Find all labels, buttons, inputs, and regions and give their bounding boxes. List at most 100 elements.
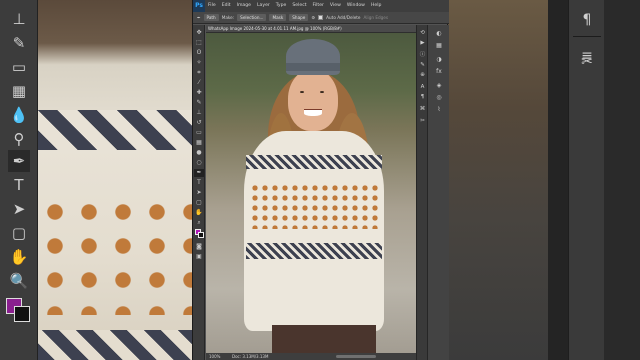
crop-icon[interactable]: ⌗	[194, 69, 204, 77]
pen-icon[interactable]: ✒	[8, 150, 30, 172]
gradient-icon[interactable]: ▦	[8, 80, 30, 102]
ps-logo: Ps	[193, 0, 205, 12]
options-bar: ✒ Path Make: Selection... Mask Shape ⚙ A…	[193, 12, 449, 24]
eyedropper-icon[interactable]: ⁄	[194, 79, 204, 87]
clone-source-icon[interactable]: ⊕	[418, 71, 427, 79]
zoom-icon[interactable]: 🔍	[8, 270, 30, 292]
history-brush-icon[interactable]: ↺	[194, 119, 204, 127]
menu-help[interactable]: Help	[368, 0, 384, 12]
character-icon[interactable]: A	[418, 83, 427, 91]
make-shape-button[interactable]: Shape	[289, 14, 309, 21]
canvas-area[interactable]	[206, 33, 416, 353]
shape-icon[interactable]: ▢	[194, 199, 204, 207]
screen: ⊥ ✎ ▭ ▦ 💧 ⚲ ✒ T ➤ ▢ ✋ 🔍 ¶ ≡ ✂ Ps File Ed…	[0, 0, 640, 360]
dodge-icon[interactable]: ○	[194, 159, 204, 167]
color-icon[interactable]: ◐	[433, 29, 445, 38]
make-mask-button[interactable]: Mask	[269, 14, 287, 21]
zoomed-photo-right	[448, 0, 548, 360]
background-swatch-large[interactable]	[14, 306, 30, 322]
quick-select-icon[interactable]: ✧	[194, 59, 204, 67]
path-select-icon[interactable]: ➤	[194, 189, 204, 197]
stamp-icon[interactable]: ⊥	[194, 109, 204, 117]
zoomed-bottom-pattern	[38, 330, 192, 360]
pen-icon[interactable]: ✒	[194, 169, 204, 177]
zoom-icon[interactable]: ⌕	[194, 219, 204, 227]
glyphs-icon[interactable]: ⌘	[418, 105, 427, 113]
menu-file[interactable]: File	[205, 0, 219, 12]
quick-mask-icon[interactable]: ◙	[194, 243, 204, 251]
auto-add-delete-label: Auto Add/Delete	[326, 15, 361, 20]
panel-dock-narrow: ⟲ ▶ ⓘ ✎ ⊕ A ¶ ⌘ ✂	[416, 25, 427, 360]
eraser-icon[interactable]: ▭	[8, 56, 30, 78]
tools-icon[interactable]: ✂	[575, 50, 599, 74]
lasso-icon[interactable]: ʘ	[194, 49, 204, 57]
type-icon[interactable]: T	[8, 174, 30, 196]
align-edges-label[interactable]: Align Edges	[364, 15, 389, 20]
actions-icon[interactable]: ▶	[418, 39, 427, 47]
history-brush-icon[interactable]: ✎	[8, 32, 30, 54]
pants	[272, 325, 376, 353]
smile	[304, 109, 322, 116]
screen-mode-icon[interactable]: ▣	[194, 253, 204, 261]
document-tab[interactable]: WhatsApp Image 2024-05-30 at 4.01.11 AM.…	[206, 25, 416, 33]
shape-icon[interactable]: ▢	[8, 222, 30, 244]
photo-canvas[interactable]	[206, 33, 416, 353]
styles-icon[interactable]: fx	[433, 67, 445, 76]
enlarged-right-panel: ¶ ≡ ✂	[568, 0, 604, 360]
status-bar: 100% Doc: 3.13M/3.13M	[206, 353, 416, 360]
pen-tool-preset-icon[interactable]: ✒	[197, 15, 201, 20]
layers-icon[interactable]: ◈	[433, 81, 445, 90]
panel-divider	[573, 36, 601, 37]
dodge-icon[interactable]: ⚲	[8, 128, 30, 150]
sweater-orange-pattern	[250, 183, 378, 229]
blur-icon[interactable]: ●	[194, 149, 204, 157]
brush-icon[interactable]: ✎	[194, 99, 204, 107]
marquee-icon[interactable]: ⬚	[194, 39, 204, 47]
tools-icon[interactable]: ✂	[418, 117, 427, 125]
stamp-icon[interactable]: ⊥	[8, 8, 30, 30]
document-tab-title: WhatsApp Image 2024-05-30 at 4.01.11 AM.…	[208, 26, 342, 31]
menu-window[interactable]: Window	[344, 0, 368, 12]
sweater-dark-band-top	[246, 155, 382, 169]
gradient-icon[interactable]: ▦	[194, 139, 204, 147]
menu-image[interactable]: Image	[234, 0, 254, 12]
mode-dropdown[interactable]: Path	[203, 14, 219, 21]
menu-view[interactable]: View	[327, 0, 344, 12]
swatches-icon[interactable]: ▦	[433, 41, 445, 50]
hand-icon[interactable]: ✋	[194, 209, 204, 217]
background-color-swatch[interactable]	[198, 232, 204, 238]
type-icon[interactable]: T	[194, 179, 204, 187]
info-icon[interactable]: ⓘ	[418, 51, 427, 59]
right-dark-area	[604, 0, 640, 360]
menu-edit[interactable]: Edit	[219, 0, 234, 12]
face	[288, 69, 338, 131]
brush-panel-icon[interactable]: ✎	[418, 61, 427, 69]
healing-icon[interactable]: ✚	[194, 89, 204, 97]
paragraph-icon[interactable]: ¶	[575, 8, 599, 32]
blur-icon[interactable]: 💧	[8, 104, 30, 126]
sweater-dark-band-bottom	[246, 243, 382, 259]
hand-icon[interactable]: ✋	[8, 246, 30, 268]
eraser-icon[interactable]: ▭	[194, 129, 204, 137]
auto-add-delete-checkbox[interactable]	[318, 15, 324, 20]
menu-layer[interactable]: Layer	[254, 0, 273, 12]
channels-icon[interactable]: ◎	[433, 93, 445, 102]
menu-type[interactable]: Type	[273, 0, 290, 12]
zoomed-orange-pattern	[38, 195, 192, 315]
zoom-level[interactable]: 100%	[209, 353, 220, 360]
path-select-icon[interactable]: ➤	[8, 198, 30, 220]
paths-icon[interactable]: ⌇	[433, 105, 445, 114]
menu-select[interactable]: Select	[289, 0, 309, 12]
photoshop-window: Ps File Edit Image Layer Type Select Fil…	[192, 0, 449, 360]
menu-filter[interactable]: Filter	[310, 0, 327, 12]
horizontal-scrollbar[interactable]	[336, 355, 376, 358]
right-eye	[320, 91, 324, 93]
gear-icon[interactable]: ⚙	[311, 15, 315, 20]
history-icon[interactable]: ⟲	[418, 29, 427, 37]
zoomed-dark-pattern	[38, 110, 192, 150]
move-icon[interactable]: ✥	[194, 29, 204, 37]
adjustments-icon[interactable]: ◑	[433, 55, 445, 64]
make-selection-button[interactable]: Selection...	[237, 14, 267, 21]
enlarged-toolbox: ⊥ ✎ ▭ ▦ 💧 ⚲ ✒ T ➤ ▢ ✋ 🔍	[0, 0, 38, 360]
paragraph-icon[interactable]: ¶	[418, 93, 427, 101]
